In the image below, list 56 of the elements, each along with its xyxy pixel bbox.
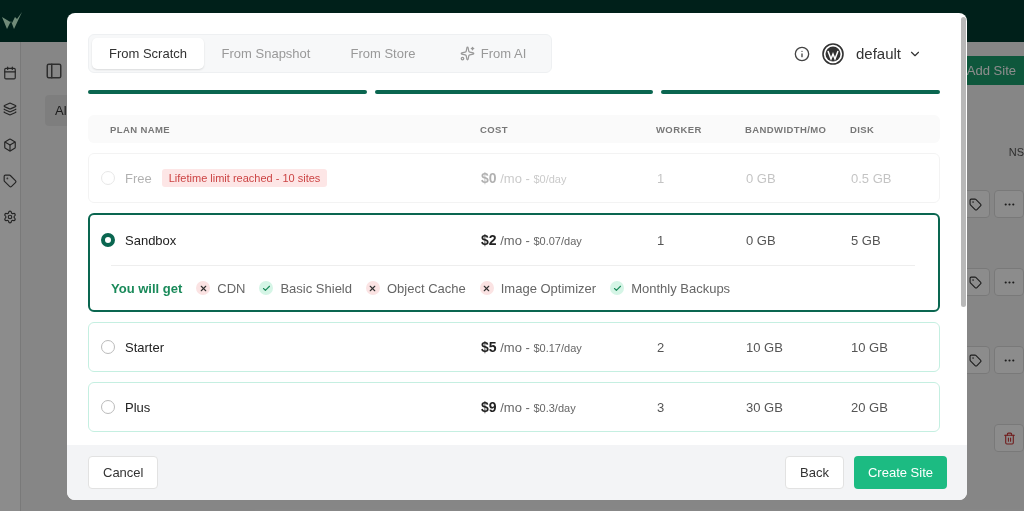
back-button[interactable]: Back xyxy=(785,456,844,489)
plan-name: Plus xyxy=(125,399,151,415)
feature-label: Object Cache xyxy=(387,280,466,296)
plan-name: Sandbox xyxy=(125,232,177,248)
plan-card[interactable]: Plus $9 /mo - $0.3/day 3 30 GB 20 GB xyxy=(88,382,940,432)
column-header: PLAN NAME xyxy=(110,123,172,135)
sidebar-toggle-icon[interactable] xyxy=(45,61,63,80)
feature-label: Basic Shield xyxy=(280,280,352,296)
cancel-button[interactable]: Cancel xyxy=(88,456,159,489)
feature-label: Monthly Backups xyxy=(631,280,731,296)
plan-name: Free xyxy=(125,170,152,186)
plan-card[interactable]: Sandbox $2 /mo - $0.07/day 1 0 GB 5 GB You will get CDN Basic Shield Object Cache Image Optimizer Monthly Backups xyxy=(88,213,940,312)
disk-value: 0.5 GB xyxy=(851,170,893,186)
delete-button[interactable] xyxy=(994,424,1024,452)
scrollbar[interactable] xyxy=(961,17,966,307)
plan-name: Starter xyxy=(125,339,164,355)
feature-label: Image Optimizer xyxy=(500,280,597,296)
column-header: DISK xyxy=(850,123,876,135)
tag-icon xyxy=(968,197,982,211)
column-header: BANDWIDTH/MO xyxy=(745,123,828,135)
plan-cost: $5 /mo - $0.17/day xyxy=(481,339,583,355)
bandwidth-value: 30 GB xyxy=(746,399,784,415)
feature-label: CDN xyxy=(217,280,246,296)
bandwidth-value: 0 GB xyxy=(746,232,777,248)
plan-cost: $2 /mo - $0.07/day xyxy=(481,232,583,248)
settings-icon[interactable] xyxy=(3,210,17,224)
features-title: You will get xyxy=(111,280,183,296)
calendar-icon[interactable] xyxy=(3,66,17,80)
trash-icon xyxy=(1002,431,1016,445)
worker-count: 3 xyxy=(657,399,666,415)
plan-card[interactable]: Starter $5 /mo - $0.17/day 2 10 GB 10 GB xyxy=(88,322,940,372)
radio-button[interactable] xyxy=(101,340,115,354)
tag-icon[interactable] xyxy=(3,174,17,188)
profile-dropdown[interactable]: default xyxy=(855,45,922,62)
limit-badge: Lifetime limit reached - 10 sites xyxy=(161,169,328,187)
column-header: WORKER xyxy=(656,123,703,135)
tag-icon xyxy=(968,275,982,289)
radio-button[interactable] xyxy=(101,400,115,414)
disk-value: 10 GB xyxy=(851,339,889,355)
disk-value: 20 GB xyxy=(851,399,889,415)
wordpress-logo-icon xyxy=(821,42,844,65)
worker-count: 1 xyxy=(657,232,666,248)
tag-icon xyxy=(968,353,982,367)
sparkle-icon xyxy=(459,46,475,61)
worker-count: 2 xyxy=(657,339,666,355)
column-header: COST xyxy=(480,123,509,135)
box-icon[interactable] xyxy=(3,138,17,152)
radio-button[interactable] xyxy=(101,233,115,247)
plan-cost: $9 /mo - $0.3/day xyxy=(481,399,577,415)
worker-count: 1 xyxy=(657,170,666,186)
source-tab[interactable]: From Scratch xyxy=(92,38,204,69)
bandwidth-value: 10 GB xyxy=(746,339,784,355)
info-icon[interactable] xyxy=(793,45,810,62)
layers-icon[interactable] xyxy=(3,102,17,116)
disk-value: 5 GB xyxy=(851,232,882,248)
column-header: NS xyxy=(1008,146,1024,158)
